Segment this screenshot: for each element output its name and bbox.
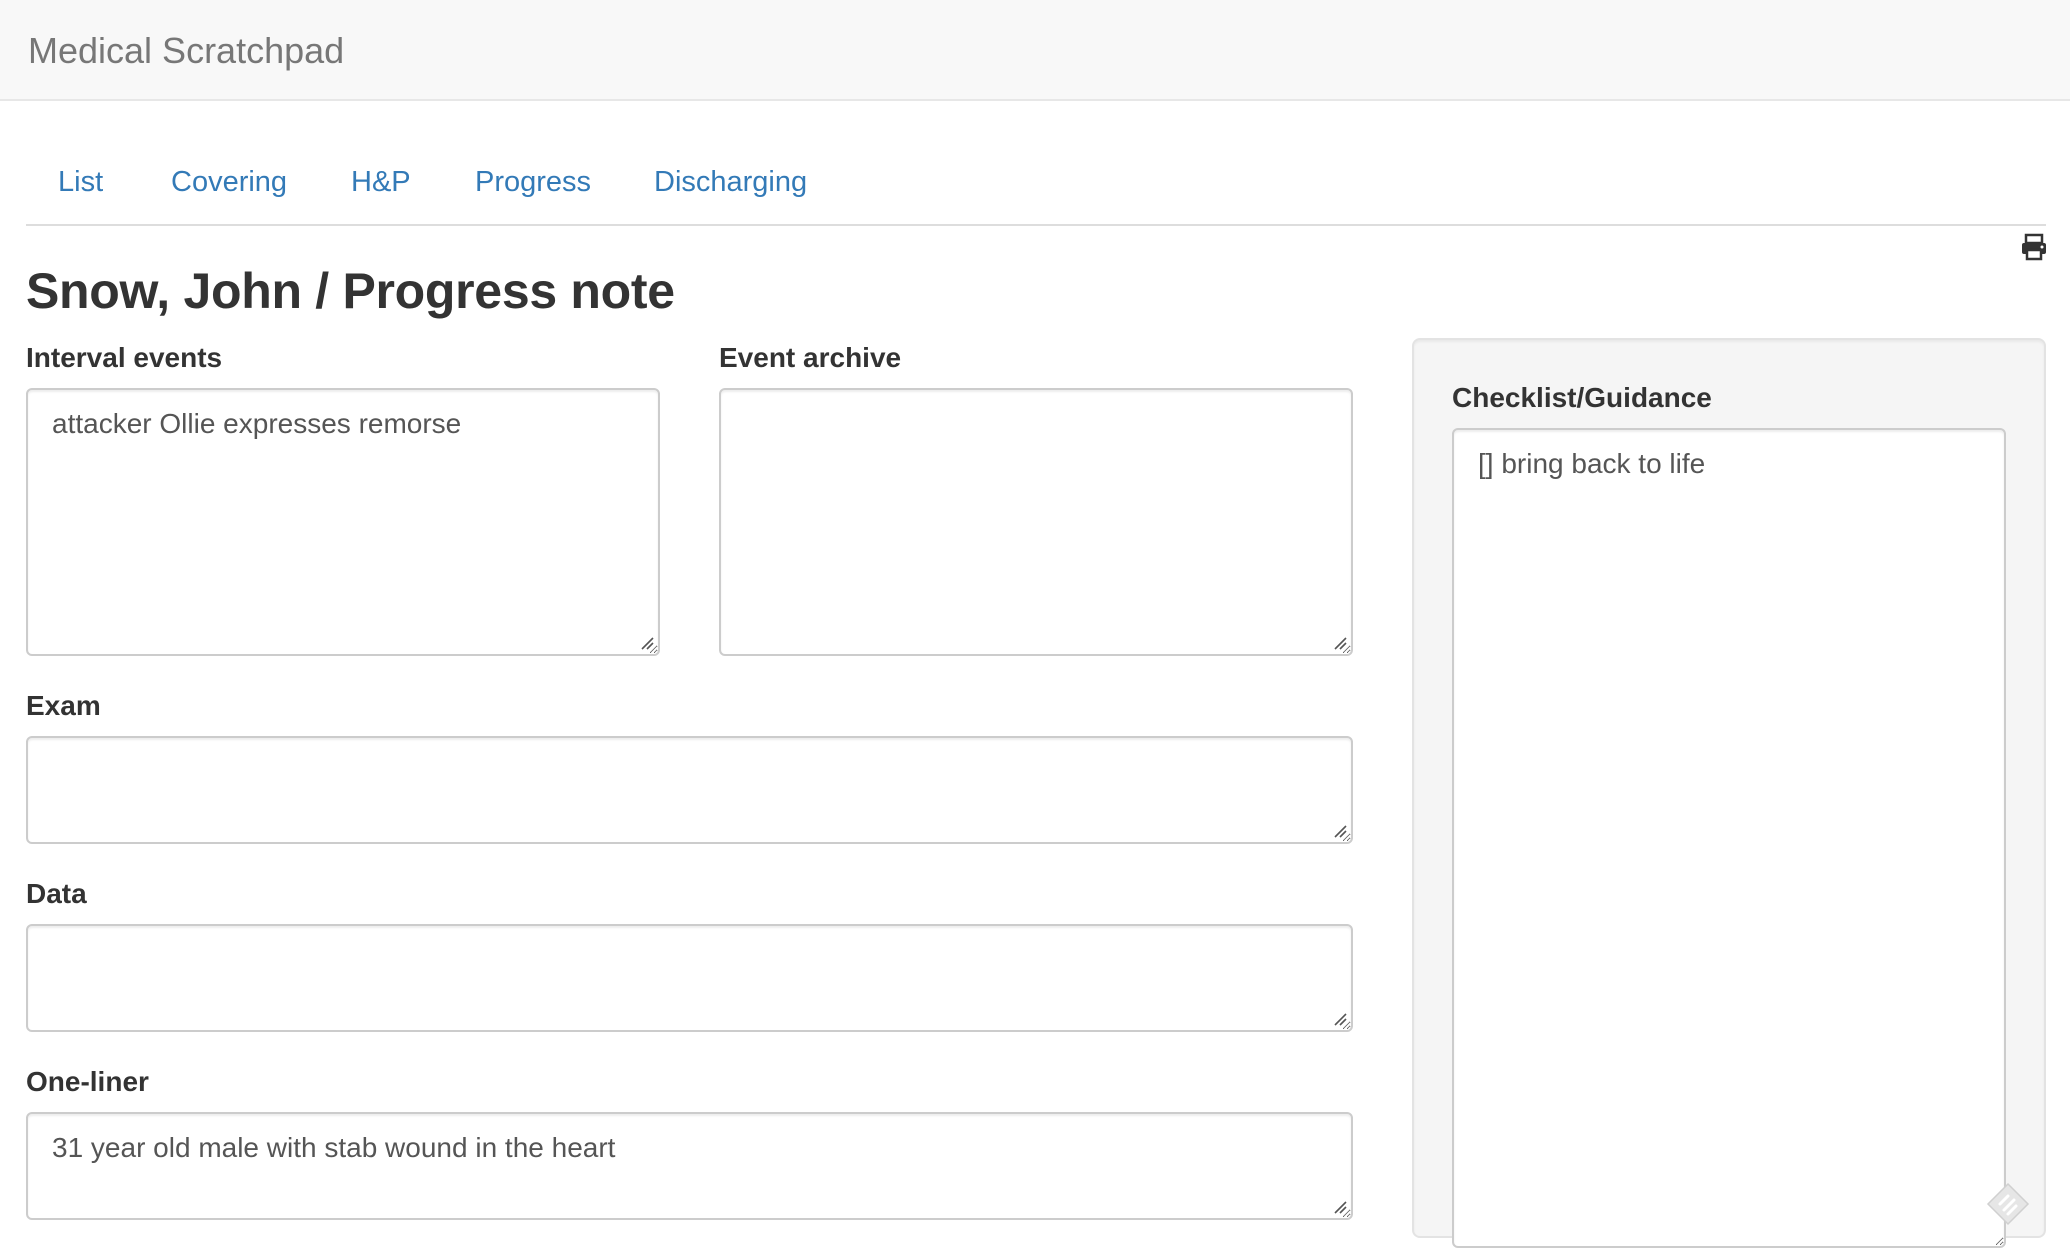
resize-grip-icon[interactable] (1333, 1200, 1347, 1214)
one-liner-textarea[interactable]: 31 year old male with stab wound in the … (26, 1112, 1353, 1220)
event-archive-textarea[interactable] (719, 388, 1353, 656)
checklist-textarea[interactable]: [] bring back to life (1452, 428, 2006, 1248)
interval-events-textarea[interactable]: attacker Ollie expresses remorse (26, 388, 660, 656)
one-liner-text: 31 year old male with stab wound in the … (52, 1132, 616, 1163)
navbar-brand[interactable]: Medical Scratchpad (28, 30, 344, 72)
interval-events-label: Interval events (26, 342, 223, 373)
navbar: Medical Scratchpad (0, 0, 2070, 101)
tab-progress[interactable]: Progress (475, 166, 591, 199)
print-icon[interactable] (2020, 233, 2048, 261)
resize-grip-icon[interactable] (1333, 1012, 1347, 1026)
checklist-text: [] bring back to life (1478, 448, 1706, 479)
checklist-label: Checklist/Guidance (1452, 382, 1712, 413)
exam-textarea[interactable] (26, 736, 1353, 844)
interval-events-text: attacker Ollie expresses remorse (52, 408, 462, 439)
page-title: Snow, John / Progress note (26, 263, 675, 319)
one-liner-label: One-liner (26, 1066, 149, 1097)
floating-badge-icon[interactable] (1986, 1182, 2030, 1226)
resize-grip-icon[interactable] (640, 636, 654, 650)
tab-discharging[interactable]: Discharging (654, 166, 807, 199)
tab-hp[interactable]: H&P (351, 166, 411, 199)
data-textarea[interactable] (26, 924, 1353, 1032)
checklist-panel: Checklist/Guidance [] bring back to life (1412, 338, 2046, 1248)
tab-list[interactable]: List (58, 166, 103, 199)
data-label: Data (26, 878, 87, 909)
nav-tabs: List Covering H&P Progress Discharging (26, 150, 2046, 226)
resize-grip-icon[interactable] (1333, 636, 1347, 650)
exam-label: Exam (26, 690, 101, 721)
resize-grip-icon[interactable] (1333, 824, 1347, 838)
event-archive-label: Event archive (719, 342, 902, 373)
tab-covering[interactable]: Covering (171, 166, 287, 199)
